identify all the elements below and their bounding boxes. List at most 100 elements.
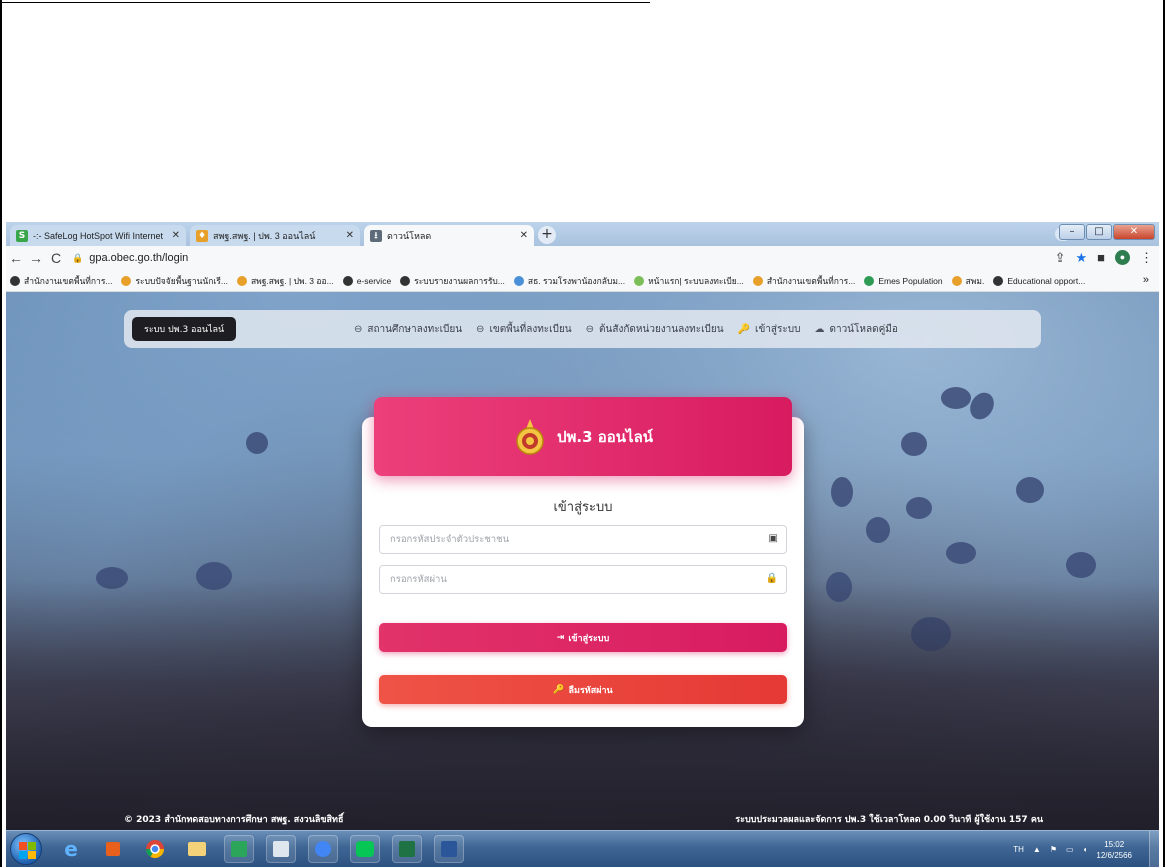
graduation-cap-image xyxy=(831,477,853,507)
flag-icon[interactable]: ⚑ xyxy=(1050,845,1057,854)
obec-icon xyxy=(951,275,962,286)
login-card-header: ปพ.3 ออนไลน์ xyxy=(374,397,792,476)
close-window-button[interactable]: ✕ xyxy=(1113,224,1155,240)
new-tab-button[interactable]: + xyxy=(538,226,556,244)
bookmark-star-icon[interactable]: ★ xyxy=(1075,250,1087,266)
system-tray: TH ▲ ⚑ ▭ ◖ 15:02 12/6/2566 xyxy=(1013,831,1151,868)
obec-icon xyxy=(121,275,132,286)
bookmark-item[interactable]: หน้าแรก| ระบบลงทะเบีย... xyxy=(634,274,744,288)
line-app-icon[interactable] xyxy=(350,835,380,863)
bookmark-item[interactable]: สพฐ.สพฐ. | ปพ. 3 ออ... xyxy=(236,274,334,288)
start-button[interactable] xyxy=(10,833,42,865)
forgot-password-button[interactable]: 🔑 ลืมรหัสผ่าน xyxy=(379,675,787,704)
globe-icon xyxy=(400,275,411,286)
bookmark-item[interactable]: สำนักงานเขตพื้นที่การ... xyxy=(752,274,855,288)
maximize-button[interactable]: □ xyxy=(1086,224,1112,240)
emes-icon xyxy=(864,275,875,286)
tab-obec[interactable]: ♦ สพฐ.สพฐ. | ปพ. 3 ออนไลน์ ✕ xyxy=(190,225,360,246)
close-tab-icon[interactable]: ✕ xyxy=(172,230,180,241)
card-header-title: ปพ.3 ออนไลน์ xyxy=(556,427,654,446)
bookmark-item[interactable]: Emes Population xyxy=(864,275,943,286)
bookmark-label: Educational opport... xyxy=(1007,275,1086,286)
browser-window: S -:- SafeLog HotSpot Wifi Internet ✕ ♦ … xyxy=(6,222,1159,292)
nav-download-manual[interactable]: ☁ ดาวน์โหลดคู่มือ xyxy=(814,322,897,337)
key-icon: 🔑 xyxy=(553,684,565,695)
citizen-id-input[interactable]: กรอกรหัสประจำตัวประชาชน ▣ xyxy=(379,525,787,554)
url-text: gpa.obec.go.th/login xyxy=(89,252,189,264)
sidepanel-icon[interactable]: ■ xyxy=(1097,250,1105,266)
nav-school-register[interactable]: ⊖ สถานศึกษาลงทะเบียน xyxy=(354,322,462,337)
tray-expand-icon[interactable]: ▲ xyxy=(1033,845,1041,854)
globe-icon xyxy=(10,275,20,286)
user-circle-icon: ⊖ xyxy=(476,323,485,335)
chrome-icon[interactable] xyxy=(140,835,170,863)
bookmark-label: ระบบรายงานผลการรับ... xyxy=(414,275,505,286)
bookmark-label: สำนักงานเขตพื้นที่การ... xyxy=(24,275,113,286)
obec-icon: ♦ xyxy=(196,229,208,242)
nav-area-register[interactable]: ⊖ เขตพื้นที่ลงทะเบียน xyxy=(476,322,572,337)
bookmark-item[interactable]: สธ. รวมโรงพาน้องกลับม... xyxy=(513,274,625,288)
network-icon[interactable]: ▭ xyxy=(1066,845,1074,854)
graduation-cap-image xyxy=(946,542,976,564)
globe-icon xyxy=(342,275,353,286)
menu-icon[interactable]: ⋮ xyxy=(1140,250,1153,266)
language-indicator[interactable]: TH xyxy=(1013,845,1024,854)
bookmark-item[interactable]: สำนักงานเขตพื้นที่การ... xyxy=(10,274,112,288)
nav-links: ⊖ สถานศึกษาลงทะเบียน ⊖ เขตพื้นที่ลงทะเบียน… xyxy=(354,310,898,348)
google-app-icon[interactable] xyxy=(308,835,338,863)
volume-icon[interactable]: ◖ xyxy=(1083,845,1088,854)
nav-login[interactable]: 🔑 เข้าสู่ระบบ xyxy=(738,322,801,337)
clock[interactable]: 15:02 12/6/2566 xyxy=(1096,839,1132,861)
internet-explorer-icon[interactable]: e xyxy=(56,835,86,863)
back-icon[interactable]: ← xyxy=(6,250,26,266)
tab-safelog[interactable]: S -:- SafeLog HotSpot Wifi Internet ✕ xyxy=(10,225,186,246)
excel-icon[interactable] xyxy=(392,835,422,863)
media-player-icon[interactable] xyxy=(98,835,128,863)
tab-label: -:- SafeLog HotSpot Wifi Internet xyxy=(33,230,164,241)
obec-icon xyxy=(236,275,247,286)
nav-label: เขตพื้นที่ลงทะเบียน xyxy=(489,323,572,335)
bookmark-label: ระบบปัจจัยพื้นฐานนักเรี... xyxy=(135,275,228,286)
login-page: ระบบ ปพ.3 ออนไลน์ ⊖ สถานศึกษาลงทะเบียน ⊖ เ… xyxy=(6,292,1159,830)
bookmark-label: หน้าแรก| ระบบลงทะเบีย... xyxy=(648,275,744,286)
tab-download[interactable]: ⭳ ดาวน์โหลด ✕ xyxy=(364,225,534,246)
bookmark-item[interactable]: Educational opport... xyxy=(993,275,1086,286)
minimize-button[interactable]: – xyxy=(1059,224,1085,240)
share-icon[interactable]: ⇪ xyxy=(1055,250,1066,266)
site-icon xyxy=(634,275,645,286)
windows-taskbar: e TH ▲ ⚑ ▭ ◖ 15:02 12/6/2566 xyxy=(6,830,1159,868)
graduation-cap-image xyxy=(1066,552,1096,578)
close-tab-icon[interactable]: ✕ xyxy=(346,230,354,241)
citizen-id-placeholder: กรอกรหัสประจำตัวประชาชน xyxy=(390,534,510,545)
bookmark-item[interactable]: ระบบรายงานผลการรับ... xyxy=(400,274,505,288)
bookmark-item[interactable]: สพม. xyxy=(951,274,984,288)
login-button[interactable]: ⇥ เข้าสู่ระบบ xyxy=(379,623,787,652)
address-bar[interactable]: 🔒 gpa.obec.go.th/login xyxy=(72,252,188,264)
window-controls: – □ ✕ xyxy=(1059,224,1155,240)
show-desktop-button[interactable] xyxy=(1149,831,1159,868)
brand-button[interactable]: ระบบ ปพ.3 ออนไลน์ xyxy=(132,317,237,341)
close-tab-icon[interactable]: ✕ xyxy=(520,230,528,241)
copyright-text: © 2023 สำนักทดสอบทางการศึกษา สพฐ. สงวนลิ… xyxy=(124,815,344,825)
profile-icon[interactable]: ● xyxy=(1115,250,1130,265)
lock-icon: 🔒 xyxy=(765,573,778,584)
clock-date: 12/6/2566 xyxy=(1096,850,1132,860)
app-green-icon[interactable] xyxy=(224,835,254,863)
bookmark-item[interactable]: e-service xyxy=(342,275,391,286)
graduation-cap-image xyxy=(246,432,268,454)
word-icon[interactable] xyxy=(434,835,464,863)
bookmark-item[interactable]: ระบบปัจจัยพื้นฐานนักเรี... xyxy=(121,274,228,288)
graduation-cap-image xyxy=(866,517,890,543)
windows-logo-icon xyxy=(28,842,36,850)
file-explorer-icon[interactable] xyxy=(182,835,212,863)
forward-icon[interactable]: → xyxy=(26,250,46,266)
nav-agency-register[interactable]: ⊖ ต้นสังกัดหน่วยงานลงทะเบียน xyxy=(586,322,724,337)
calendar-app-icon[interactable] xyxy=(266,835,296,863)
reload-icon[interactable]: C xyxy=(46,250,66,266)
password-input[interactable]: กรอกรหัสผ่าน 🔒 xyxy=(379,565,787,594)
obec-emblem-icon xyxy=(513,417,547,457)
tab-label: สพฐ.สพฐ. | ปพ. 3 ออนไลน์ xyxy=(213,230,316,241)
download-icon: ⭳ xyxy=(370,229,382,242)
graduation-cap-image xyxy=(901,432,927,456)
more-bookmarks-icon[interactable]: » xyxy=(1143,274,1149,286)
